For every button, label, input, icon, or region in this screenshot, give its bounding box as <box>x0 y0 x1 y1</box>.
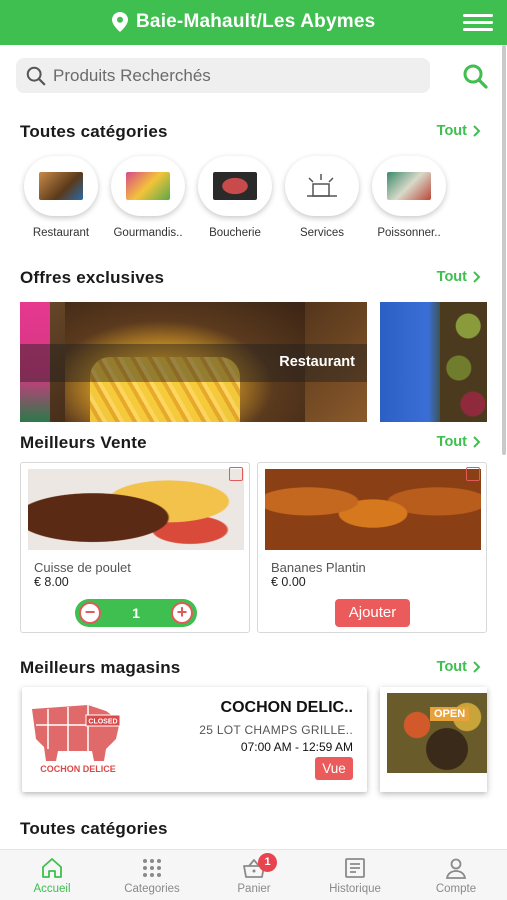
grid-icon <box>143 859 161 877</box>
product-image <box>28 469 244 550</box>
nav-compte[interactable]: Compte <box>416 856 496 895</box>
chevron-right-icon <box>473 125 481 137</box>
all-categories-title: Toutes catégories <box>20 819 168 838</box>
offers-see-all[interactable]: Tout <box>437 269 481 285</box>
search-input[interactable] <box>53 65 413 86</box>
store-card[interactable]: OPEN <box>380 687 487 792</box>
category-boucherie[interactable]: Boucherie <box>196 156 274 239</box>
services-icon <box>307 174 337 197</box>
store-card[interactable]: CLOSED COCHON DELICE COCHON DELIC.. 25 L… <box>22 687 367 792</box>
category-label: Gourmandis.. <box>113 227 183 239</box>
location-pin-icon <box>112 12 128 32</box>
minus-icon[interactable]: − <box>79 602 101 624</box>
category-gourmandises[interactable]: Gourmandis.. <box>109 156 187 239</box>
view-store-button[interactable]: Vue <box>315 757 353 780</box>
store-address: 25 LOT CHAMPS GRILLE.. <box>199 723 353 737</box>
favorite-icon[interactable] <box>229 467 243 481</box>
product-card[interactable]: Cuisse de poulet € 8.00 − 1 + <box>20 462 250 633</box>
location-selector[interactable]: Baie-Mahault/Les Abymes <box>112 11 375 33</box>
store-logo-text: COCHON DELICE <box>40 764 116 774</box>
offer-banner-2[interactable] <box>380 302 487 422</box>
category-services[interactable]: Services <box>283 156 361 239</box>
store-image <box>387 693 487 773</box>
store-hours: 07:00 AM - 12:59 AM <box>240 740 353 754</box>
nav-label: Panier <box>237 883 271 895</box>
product-card[interactable]: Bananes Plantin € 0.00 Ajouter <box>257 462 487 633</box>
product-name: Cuisse de poulet <box>34 560 131 575</box>
app-header: Baie-Mahault/Les Abymes <box>0 0 507 45</box>
see-all-label: Tout <box>436 269 467 285</box>
category-label: Poissonner.. <box>377 227 441 239</box>
product-name: Bananes Plantin <box>271 560 366 575</box>
add-to-cart-button[interactable]: Ajouter <box>335 599 410 627</box>
product-price: € 0.00 <box>271 575 306 589</box>
category-label: Services <box>299 227 345 239</box>
category-image <box>198 156 272 216</box>
nav-panier[interactable]: 1 Panier <box>214 853 294 895</box>
quantity-stepper: − 1 + <box>75 599 197 627</box>
store-name: COCHON DELIC.. <box>220 699 353 716</box>
quantity-value: 1 <box>132 605 140 621</box>
category-restaurant[interactable]: Restaurant <box>22 156 100 239</box>
see-all-label: Tout <box>436 659 467 675</box>
store-status-badge: OPEN <box>430 707 470 721</box>
categories-list: Restaurant Gourmandis.. Boucherie Servic… <box>22 156 448 239</box>
chevron-right-icon <box>473 436 481 448</box>
scrollbar[interactable] <box>502 45 506 455</box>
plus-icon[interactable]: + <box>170 602 193 624</box>
chevron-right-icon <box>473 661 481 673</box>
home-icon <box>42 858 62 878</box>
bottom-navigation: Accueil Categories 1 Panier Historique C… <box>0 849 507 900</box>
chevron-right-icon <box>473 271 481 283</box>
category-image <box>24 156 98 216</box>
product-image <box>265 469 481 550</box>
category-label: Boucherie <box>209 227 261 239</box>
category-label: Restaurant <box>32 227 90 239</box>
nav-label: Categories <box>124 883 180 895</box>
nav-label: Compte <box>435 883 477 895</box>
search-bar <box>16 58 430 93</box>
nav-historique[interactable]: Historique <box>315 856 395 895</box>
cart-count-badge: 1 <box>258 853 277 872</box>
offer-image <box>440 302 487 422</box>
store-status-badge: CLOSED <box>88 719 117 726</box>
nav-categories[interactable]: Categories <box>112 856 192 895</box>
category-image <box>285 156 359 216</box>
categories-title: Toutes catégories <box>20 122 168 141</box>
best-sellers-see-all[interactable]: Tout <box>437 434 481 450</box>
stores-see-all[interactable]: Tout <box>437 659 481 675</box>
offers-title: Offres exclusives <box>20 268 165 287</box>
user-icon <box>445 858 467 879</box>
offer-banner-restaurant[interactable]: Restaurant <box>20 302 367 422</box>
nav-label: Accueil <box>33 883 71 895</box>
best-sellers-title: Meilleurs Vente <box>20 433 147 452</box>
offer-label: Restaurant <box>279 354 355 370</box>
hamburger-menu-icon[interactable] <box>463 14 493 32</box>
category-image <box>372 156 446 216</box>
categories-see-all[interactable]: Tout <box>437 123 481 139</box>
category-image <box>111 156 185 216</box>
history-icon <box>345 858 365 878</box>
product-price: € 8.00 <box>34 575 69 589</box>
search-icon <box>26 66 46 85</box>
location-label: Baie-Mahault/Les Abymes <box>136 11 376 32</box>
nav-accueil[interactable]: Accueil <box>12 856 92 895</box>
see-all-label: Tout <box>436 123 467 139</box>
search-button-icon[interactable] <box>461 62 489 90</box>
favorite-icon[interactable] <box>466 467 480 481</box>
nav-label: Historique <box>329 883 381 895</box>
category-poissonnerie[interactable]: Poissonner.. <box>370 156 448 239</box>
store-logo: CLOSED COCHON DELICE <box>32 705 121 774</box>
stores-title: Meilleurs magasins <box>20 658 181 677</box>
see-all-label: Tout <box>436 434 467 450</box>
